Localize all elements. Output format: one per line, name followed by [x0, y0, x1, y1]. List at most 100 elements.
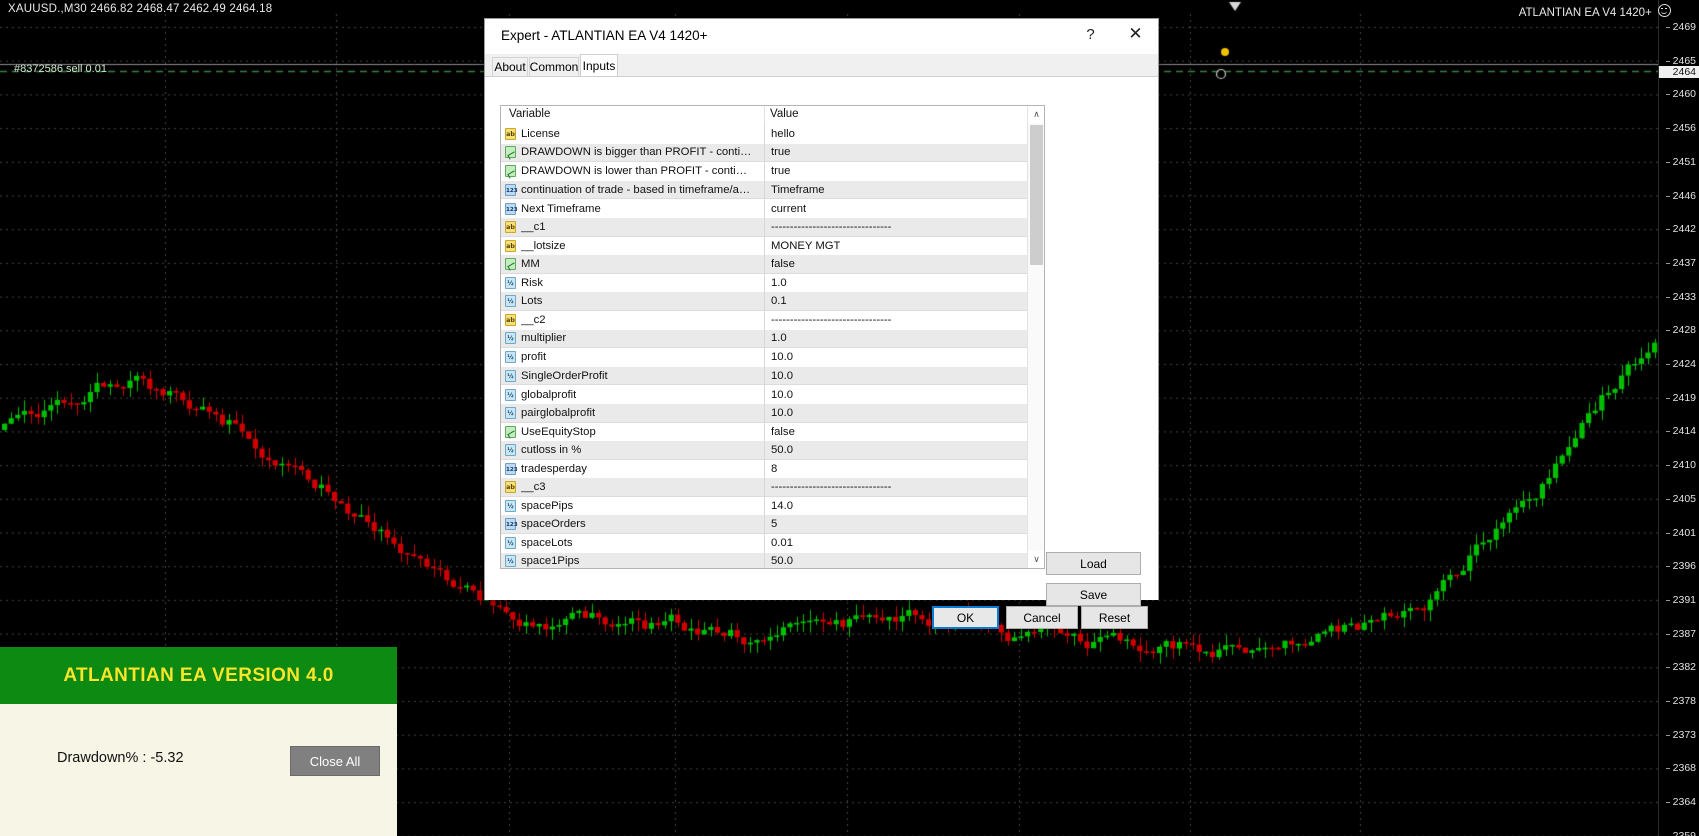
- row-value-label: 1.0: [771, 332, 787, 345]
- row-value-cell[interactable]: MONEY MGT: [764, 236, 1028, 256]
- dialog-title-bar[interactable]: Expert - ATLANTIAN EA V4 1420+ ? ✕: [485, 19, 1158, 55]
- double-type-icon: ½: [505, 277, 516, 290]
- row-value-cell[interactable]: true: [764, 143, 1028, 163]
- string-type-icon: ab: [505, 239, 516, 252]
- row-value-cell[interactable]: 0.1: [764, 292, 1028, 311]
- row-value-cell[interactable]: 1.0: [764, 329, 1028, 349]
- row-value-cell[interactable]: hello: [764, 125, 1028, 144]
- price-tick: 2442: [1665, 223, 1696, 236]
- tab-common[interactable]: Common: [529, 57, 579, 76]
- scroll-down-icon[interactable]: ∨: [1028, 551, 1044, 568]
- dialog-title: Expert - ATLANTIAN EA V4 1420+: [501, 28, 708, 43]
- close-icon[interactable]: ✕: [1113, 19, 1158, 49]
- close-all-button[interactable]: Close All: [290, 746, 380, 776]
- row-variable-label: spaceLots: [521, 537, 573, 550]
- row-value-label: true: [771, 146, 791, 159]
- price-tick: 2433: [1665, 290, 1696, 303]
- table-row[interactable]: ½ spacePips 14.0: [501, 496, 1028, 516]
- price-tick: 2364: [1665, 796, 1696, 809]
- table-row[interactable]: ab __c3 --------------------------------: [501, 478, 1028, 497]
- integer-type-icon: 123: [505, 183, 518, 196]
- tab-inputs[interactable]: Inputs: [580, 54, 618, 76]
- row-value-label: 50.0: [771, 555, 793, 568]
- table-row[interactable]: DRAWDOWN is lower than PROFIT - continue…: [501, 162, 1028, 181]
- table-row[interactable]: 123 continuation of trade - based in time…: [501, 180, 1028, 200]
- table-row[interactable]: ½ Lots 0.1: [501, 292, 1028, 311]
- price-tick: 2446: [1665, 189, 1696, 202]
- row-variable-cell: ab __lotsize: [501, 237, 764, 256]
- row-value-label: 10.0: [771, 369, 793, 382]
- bool-type-icon: [505, 425, 516, 438]
- table-row[interactable]: 123 spaceOrders 5: [501, 515, 1028, 535]
- row-variable-cell: ½ multiplier: [501, 330, 764, 349]
- row-value-label: 1.0: [771, 277, 787, 290]
- inputs-scrollbar[interactable]: ∧ ∨: [1027, 106, 1044, 568]
- row-variable-cell: 123 continuation of trade - based in time…: [501, 181, 764, 200]
- help-icon[interactable]: ?: [1068, 19, 1113, 49]
- scrollbar-thumb[interactable]: [1030, 125, 1043, 265]
- row-value-label: --------------------------------: [771, 220, 892, 233]
- tab-about[interactable]: About: [492, 57, 528, 76]
- row-value-cell[interactable]: 50.0: [764, 552, 1028, 568]
- row-value-cell[interactable]: 8: [764, 459, 1028, 479]
- row-value-cell[interactable]: Timeframe: [764, 180, 1028, 200]
- scroll-up-icon[interactable]: ∧: [1028, 106, 1044, 123]
- row-value-cell[interactable]: true: [764, 162, 1028, 181]
- row-value-cell[interactable]: 10.0: [764, 348, 1028, 367]
- table-row[interactable]: 123 tradesperday 8: [501, 459, 1028, 479]
- row-value-cell[interactable]: false: [764, 255, 1028, 274]
- row-value-cell[interactable]: 10.0: [764, 385, 1028, 404]
- table-row[interactable]: MM false: [501, 255, 1028, 274]
- row-value-cell[interactable]: 10.0: [764, 403, 1028, 423]
- inputs-rows[interactable]: ab License hello DRAWDOWN is bigger than PR…: [501, 125, 1028, 568]
- row-variable-cell: ½ cutloss in %: [501, 441, 764, 460]
- row-value-cell[interactable]: --------------------------------: [764, 478, 1028, 497]
- double-type-icon: ½: [505, 295, 516, 308]
- price-tick: 2382: [1665, 661, 1696, 674]
- row-value-label: --------------------------------: [771, 314, 892, 327]
- row-variable-cell: DRAWDOWN is bigger than PROFIT - continu…: [501, 144, 764, 163]
- row-value-cell[interactable]: 0.01: [764, 534, 1028, 553]
- row-value-label: 10.0: [771, 351, 793, 364]
- row-variable-cell: ½ profit: [501, 348, 764, 367]
- row-value-cell[interactable]: false: [764, 422, 1028, 442]
- table-row[interactable]: ab __c2 --------------------------------: [501, 310, 1028, 330]
- reset-button[interactable]: Reset: [1081, 606, 1148, 629]
- table-row[interactable]: DRAWDOWN is bigger than PROFIT - continu…: [501, 143, 1028, 163]
- inputs-list[interactable]: Variable Value ab License hello DRAWDOWN is…: [500, 105, 1045, 569]
- row-value-cell[interactable]: 1.0: [764, 273, 1028, 293]
- load-button[interactable]: Load: [1046, 552, 1141, 575]
- table-row[interactable]: ½ multiplier 1.0: [501, 329, 1028, 349]
- cancel-button[interactable]: Cancel: [1006, 606, 1078, 629]
- row-value-cell[interactable]: 50.0: [764, 441, 1028, 460]
- table-row[interactable]: ½ spaceLots 0.01: [501, 534, 1028, 553]
- row-value-cell[interactable]: 5: [764, 515, 1028, 535]
- tab-strip[interactable]: About Common Inputs: [485, 54, 1158, 76]
- row-variable-label: profit: [521, 351, 547, 364]
- ok-button[interactable]: OK: [932, 606, 999, 629]
- table-row[interactable]: ½ space1Pips 50.0: [501, 552, 1028, 568]
- row-value-cell[interactable]: 14.0: [764, 496, 1028, 516]
- expert-properties-dialog[interactable]: Expert - ATLANTIAN EA V4 1420+ ? ✕ About…: [484, 18, 1159, 629]
- table-row[interactable]: ab License hello: [501, 125, 1028, 144]
- price-axis[interactable]: 2469 2465 2460 2456 2451 2446 2442 2437 2433 2428…: [1658, 0, 1699, 836]
- save-button[interactable]: Save: [1046, 583, 1141, 606]
- table-row[interactable]: UseEquityStop false: [501, 422, 1028, 442]
- table-row[interactable]: ½ globalprofit 10.0: [501, 385, 1028, 404]
- price-tick: 2410: [1665, 459, 1696, 472]
- table-row[interactable]: ab __c1 --------------------------------: [501, 217, 1028, 237]
- row-value-cell[interactable]: --------------------------------: [764, 217, 1028, 237]
- table-row[interactable]: ab __lotsize MONEY MGT: [501, 236, 1028, 256]
- table-row[interactable]: ½ cutloss in % 50.0: [501, 441, 1028, 460]
- table-row[interactable]: 123 Next Timeframe current: [501, 199, 1028, 218]
- table-row[interactable]: ½ pairglobalprofit 10.0: [501, 403, 1028, 423]
- row-value-cell[interactable]: 10.0: [764, 366, 1028, 386]
- row-variable-label: __lotsize: [521, 239, 566, 252]
- table-row[interactable]: ½ Risk 1.0: [501, 273, 1028, 293]
- string-type-icon: ab: [505, 128, 516, 141]
- table-row[interactable]: ½ profit 10.0: [501, 348, 1028, 367]
- row-value-cell[interactable]: --------------------------------: [764, 310, 1028, 330]
- row-value-cell[interactable]: current: [764, 199, 1028, 218]
- table-row[interactable]: ½ SingleOrderProfit 10.0: [501, 366, 1028, 386]
- ea-panel-body: Drawdown% : -5.32 Close All: [0, 704, 397, 836]
